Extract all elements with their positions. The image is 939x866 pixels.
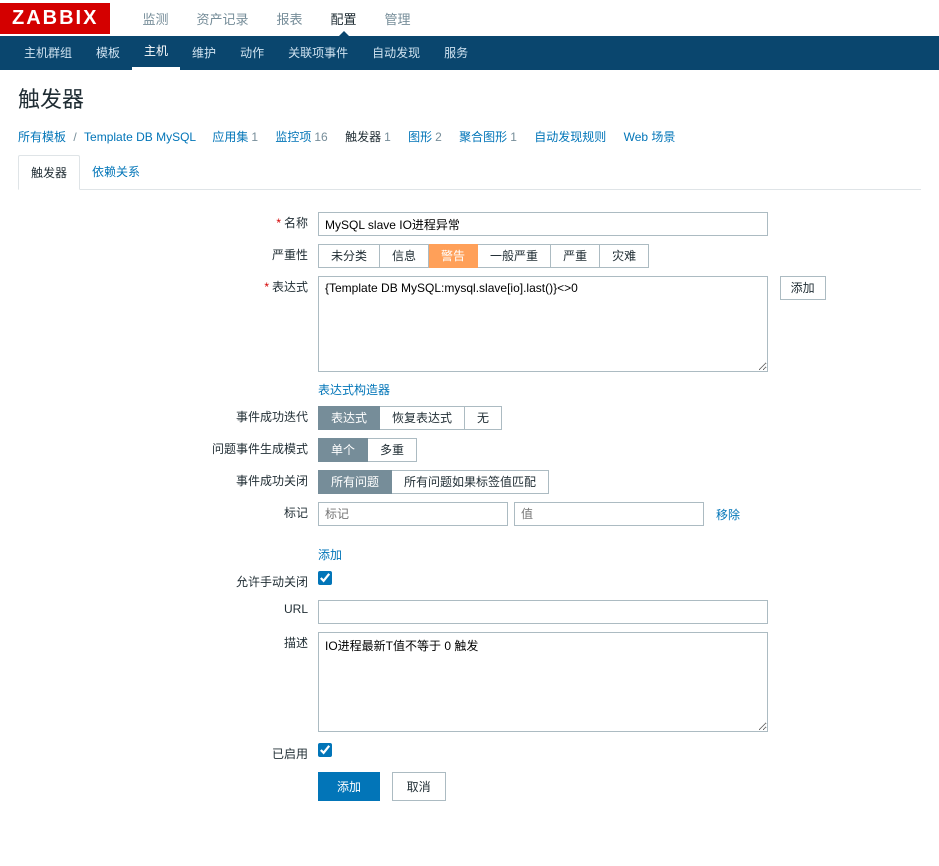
breadcrumb-template[interactable]: Template DB MySQL <box>84 130 196 144</box>
name-input[interactable] <box>318 212 768 236</box>
label-enabled: 已启用 <box>272 747 308 761</box>
label-manual-close: 允许手动关闭 <box>236 575 308 589</box>
topnav-monitoring[interactable]: 监测 <box>128 1 182 36</box>
crumb-screens[interactable]: 聚合图形 <box>459 130 507 144</box>
tab-trigger[interactable]: 触发器 <box>18 155 80 190</box>
trigger-form: *名称 严重性 未分类 信息 警告 一般严重 严重 灾难 *表达式 {Templ… <box>18 208 826 805</box>
manual-close-checkbox[interactable] <box>318 571 332 585</box>
crumb-graphs[interactable]: 图形 <box>408 130 432 144</box>
sub-nav: 主机群组 模板 主机 维护 动作 关联项事件 自动发现 服务 <box>0 36 939 70</box>
subnav-correlation[interactable]: 关联项事件 <box>276 36 360 70</box>
tag-value-input[interactable] <box>514 502 704 526</box>
topnav-configuration[interactable]: 配置 <box>317 1 371 36</box>
crumb-triggers[interactable]: 触发器 <box>345 130 381 144</box>
tag-row: 移除 <box>318 502 826 526</box>
tab-dependencies[interactable]: 依赖关系 <box>80 155 152 189</box>
label-expression: 表达式 <box>272 280 308 294</box>
topnav-reports[interactable]: 报表 <box>262 1 316 36</box>
severity-disaster[interactable]: 灾难 <box>600 244 649 268</box>
subnav-services[interactable]: 服务 <box>432 36 480 70</box>
label-description: 描述 <box>284 636 308 650</box>
label-severity: 严重性 <box>272 248 308 262</box>
ok-close-tagmatch[interactable]: 所有问题如果标签值匹配 <box>392 470 549 494</box>
submit-button[interactable]: 添加 <box>318 772 380 801</box>
subnav-actions[interactable]: 动作 <box>228 36 276 70</box>
ok-event-recovery[interactable]: 恢复表达式 <box>380 406 465 430</box>
expression-textarea[interactable]: {Template DB MySQL:mysql.slave[io].last(… <box>318 276 768 372</box>
subnav-discovery[interactable]: 自动发现 <box>360 36 432 70</box>
form-tabs: 触发器 依赖关系 <box>18 155 921 190</box>
ok-close-segment: 所有问题 所有问题如果标签值匹配 <box>318 470 549 494</box>
ok-event-segment: 表达式 恢复表达式 无 <box>318 406 502 430</box>
page-title: 触发器 <box>18 82 921 114</box>
topnav-inventory[interactable]: 资产记录 <box>182 1 262 36</box>
url-input[interactable] <box>318 600 768 624</box>
subnav-hostgroups[interactable]: 主机群组 <box>12 36 84 70</box>
severity-high[interactable]: 严重 <box>551 244 600 268</box>
enabled-checkbox[interactable] <box>318 743 332 757</box>
label-ok-close: 事件成功关闭 <box>236 474 308 488</box>
severity-warning[interactable]: 警告 <box>429 244 478 268</box>
label-tags: 标记 <box>284 506 308 520</box>
breadcrumb-sep: / <box>73 130 76 144</box>
crumb-web[interactable]: Web 场景 <box>624 130 676 144</box>
problem-mode-single[interactable]: 单个 <box>318 438 368 462</box>
problem-mode-multiple[interactable]: 多重 <box>368 438 417 462</box>
crumb-items[interactable]: 监控项 <box>275 130 311 144</box>
subnav-maintenance[interactable]: 维护 <box>180 36 228 70</box>
severity-average[interactable]: 一般严重 <box>478 244 551 268</box>
label-problem-mode: 问题事件生成模式 <box>212 442 308 456</box>
tag-name-input[interactable] <box>318 502 508 526</box>
problem-mode-segment: 单个 多重 <box>318 438 417 462</box>
logo[interactable]: ZABBIX <box>0 3 110 34</box>
crumb-applications[interactable]: 应用集 <box>212 130 248 144</box>
tag-remove-link[interactable]: 移除 <box>716 506 740 523</box>
tag-add-link[interactable]: 添加 <box>318 548 342 562</box>
label-url: URL <box>284 602 308 616</box>
ok-event-expression[interactable]: 表达式 <box>318 406 380 430</box>
severity-segment: 未分类 信息 警告 一般严重 严重 灾难 <box>318 244 649 268</box>
breadcrumb-all-templates[interactable]: 所有模板 <box>18 130 66 144</box>
top-bar: ZABBIX 监测 资产记录 报表 配置 管理 <box>0 0 939 36</box>
expression-builder-link[interactable]: 表达式构造器 <box>318 383 390 397</box>
ok-event-none[interactable]: 无 <box>465 406 502 430</box>
severity-notclassified[interactable]: 未分类 <box>318 244 380 268</box>
cancel-button[interactable]: 取消 <box>392 772 446 801</box>
ok-close-all[interactable]: 所有问题 <box>318 470 392 494</box>
label-name: 名称 <box>284 216 308 230</box>
crumb-discovery-rules[interactable]: 自动发现规则 <box>534 130 606 144</box>
severity-information[interactable]: 信息 <box>380 244 429 268</box>
top-nav: 监测 资产记录 报表 配置 管理 <box>128 1 424 36</box>
description-textarea[interactable]: IO进程最新T值不等于 0 触发 <box>318 632 768 732</box>
label-ok-event: 事件成功迭代 <box>236 410 308 424</box>
topnav-administration[interactable]: 管理 <box>371 1 425 36</box>
expression-add-button[interactable]: 添加 <box>780 276 826 300</box>
subnav-hosts[interactable]: 主机 <box>132 36 180 70</box>
subnav-templates[interactable]: 模板 <box>84 36 132 70</box>
breadcrumb: 所有模板 / Template DB MySQL 应用集1 监控项16 触发器1… <box>18 128 921 145</box>
